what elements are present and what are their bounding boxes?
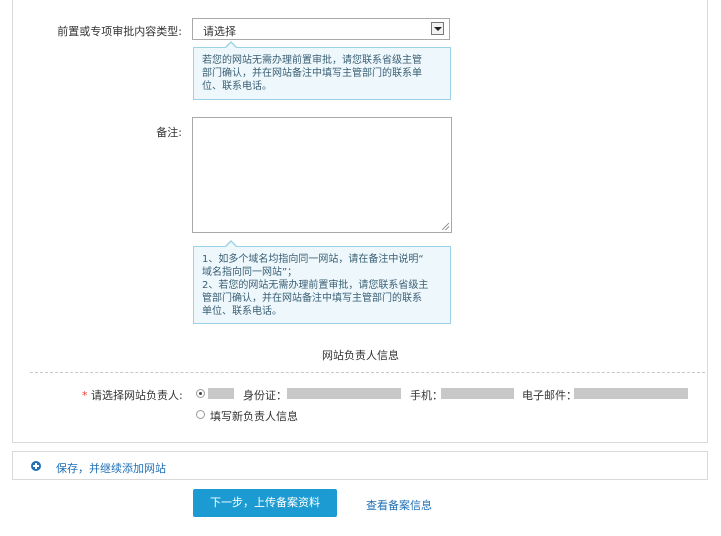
id-card-label: 身份证： (243, 389, 287, 402)
email-label: 电子邮件： (522, 389, 577, 402)
approval-tip-box: 若您的网站无需办理前置审批，请您联系省级主管 部门确认，并在网站备注中填写主管部… (193, 41, 451, 100)
redacted-name (208, 388, 234, 399)
add-site-bar: 保存，并继续添加网站 (12, 451, 708, 480)
next-upload-button[interactable]: 下一步，上传备案资料 (193, 489, 337, 517)
required-marker: * (82, 389, 88, 402)
radio-existing-owner[interactable] (196, 389, 205, 398)
resize-handle-icon[interactable] (442, 223, 449, 230)
remark-tip-box: 1、如多个域名均指向同一网站，请在备注中说明“ 域名指向同一网站”； 2、若您的… (193, 240, 451, 324)
remark-label: 备注: (156, 126, 182, 139)
approval-type-value: 请选择 (203, 25, 236, 38)
phone-label: 手机： (410, 389, 443, 402)
redacted-email (574, 388, 688, 399)
approval-tip-line: 部门确认，并在网站备注中填写主管部门的联系单 (202, 68, 422, 79)
approval-tip-line: 位、联系电话。 (202, 81, 272, 92)
remark-tip-line: 域名指向同一网站”； (202, 267, 298, 278)
remark-tip-line: 单位、联系电话。 (202, 306, 282, 317)
owner-section-title: 网站负责人信息 (322, 349, 399, 362)
radio-new-owner[interactable] (196, 410, 205, 419)
remark-tip-line: 1、如多个域名均指向同一网站，请在备注中说明“ (202, 254, 424, 265)
chevron-down-icon[interactable] (431, 22, 444, 35)
owner-label: * 请选择网站负责人: (82, 387, 183, 403)
remark-tip-line: 管部门确认，并在网站备注中填写主管部门的联系 (202, 293, 422, 304)
new-owner-label[interactable]: 填写新负责人信息 (210, 408, 298, 424)
remark-tip-line: 2、若您的网站无需办理前置审批，请您联系省级主 (202, 280, 429, 291)
remark-textarea[interactable] (192, 117, 452, 233)
view-filing-info-link[interactable]: 查看备案信息 (366, 497, 432, 513)
plus-circle-icon[interactable] (31, 461, 41, 471)
save-continue-link[interactable]: 保存，并继续添加网站 (56, 460, 166, 476)
owner-label-text: 请选择网站负责人: (91, 389, 183, 402)
section-divider (30, 372, 705, 373)
approval-tip-line: 若您的网站无需办理前置审批，请您联系省级主管 (202, 55, 422, 66)
approval-type-select[interactable]: 请选择 (192, 18, 450, 40)
redacted-id-number (287, 388, 401, 399)
redacted-phone (441, 388, 514, 399)
approval-type-label: 前置或专项审批内容类型: (57, 25, 182, 38)
